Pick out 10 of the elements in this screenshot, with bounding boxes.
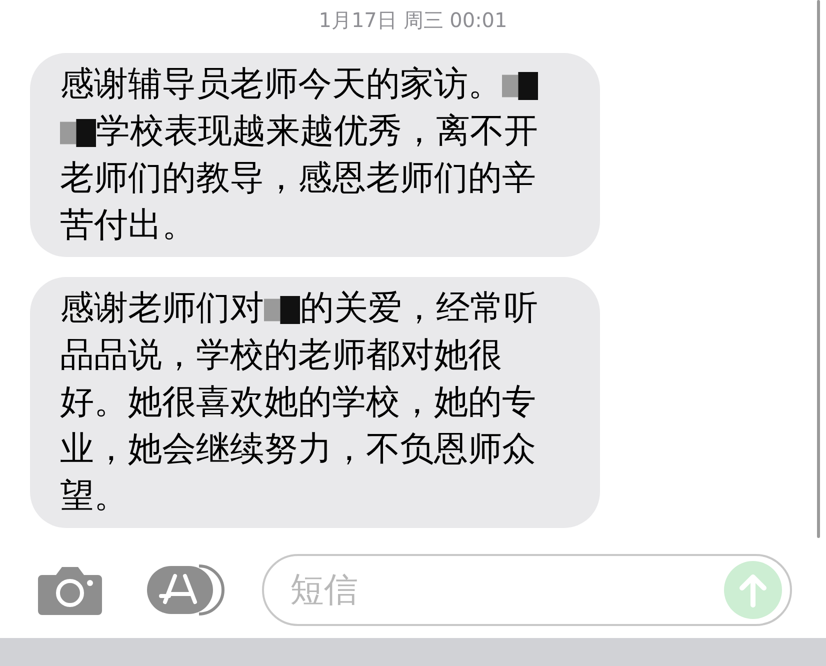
redaction-mark: [60, 118, 96, 147]
app-store-icon[interactable]: [147, 564, 227, 616]
redaction-mark: [264, 296, 300, 324]
timestamp: 1月17日 周三 00:01: [318, 7, 508, 34]
message-input[interactable]: 短信: [290, 564, 724, 616]
message-text: 感谢老师们对 的关爱，经常听品品说，学校的老师都对她很好。她很喜欢她的学校，她的专业，她会继续努力，不负恩师众望。: [60, 287, 538, 518]
message-text: 感谢辅导员老师今天的家访。 学校表现越来越优秀，离不开老师们的教导，感恩老师们的辛苦付出。: [60, 63, 538, 247]
redaction-mark: [502, 72, 538, 100]
message-field[interactable]: 短信: [262, 554, 792, 626]
camera-icon[interactable]: [38, 565, 102, 615]
